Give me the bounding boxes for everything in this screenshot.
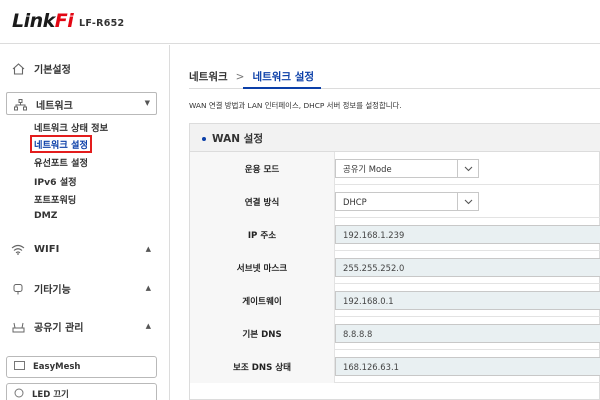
breadcrumb-parent[interactable]: 네트워크 xyxy=(189,69,228,84)
menu-wifi[interactable]: WIFI xyxy=(11,242,59,256)
row-label: 기본 DNS xyxy=(190,317,335,350)
chevron-up-icon: ▲ xyxy=(145,322,151,330)
network-tree-icon xyxy=(13,98,27,112)
wan-title: WAN 설정 xyxy=(212,133,263,145)
model-name: LF-R652 xyxy=(79,18,125,29)
chevron-up-icon: ▲ xyxy=(145,245,151,253)
easymesh-label: EasyMesh xyxy=(33,362,81,372)
chevron-down-icon: ▼ xyxy=(144,99,150,107)
row-gateway: 게이트웨이 192.168.0.1 xyxy=(190,284,600,317)
linkfi-logo[interactable]: LinkFi xyxy=(12,10,74,32)
sidebar-item-wired-port[interactable]: 유선포트 설정 xyxy=(34,155,88,169)
menu-router-admin[interactable]: 공유기 관리 xyxy=(11,319,83,334)
row-secondary-dns: 보조 DNS 상태 168.126.63.1 xyxy=(190,350,600,383)
select-value: DHCP xyxy=(343,196,367,207)
sidebar-item-dmz[interactable]: DMZ xyxy=(34,210,57,221)
breadcrumb-separator: > xyxy=(235,70,245,83)
gateway-field[interactable]: 192.168.0.1 xyxy=(335,291,600,310)
row-label: 서브넷 마스크 xyxy=(190,251,335,284)
mesh-icon xyxy=(14,361,25,373)
operation-mode-select[interactable]: 공유기 Mode xyxy=(335,159,479,178)
led-off-label: LED 끄기 xyxy=(32,390,69,400)
row-label: IP 주소 xyxy=(190,218,335,251)
chevron-down-icon xyxy=(457,160,478,177)
bulb-icon xyxy=(14,388,24,400)
logo-text: Link xyxy=(12,10,55,32)
led-off-button[interactable]: LED 끄기 xyxy=(6,383,157,400)
easymesh-button[interactable]: EasyMesh xyxy=(6,356,157,378)
sidebar-item-port-forwarding[interactable]: 포트포워딩 xyxy=(34,192,76,206)
logo-accent: Fi xyxy=(54,10,74,32)
row-label: 게이트웨이 xyxy=(190,284,335,317)
sidebar-item-ipv6[interactable]: IPv6 설정 xyxy=(34,174,77,188)
ip-address-field[interactable]: 192.168.1.239 xyxy=(335,225,600,244)
main-content: 네트워크 > 네트워크 설정 WAN 연결 방법과 LAN 인터페이스, DHC… xyxy=(171,45,600,400)
menu-extra-functions[interactable]: 기타기능 xyxy=(11,281,71,296)
subnet-mask-field[interactable]: 255.255.252.0 xyxy=(335,258,600,277)
row-connection-type: 연결 방식 DHCP xyxy=(190,185,600,218)
row-label: 연결 방식 xyxy=(190,185,335,218)
power-plug-icon xyxy=(11,282,25,296)
breadcrumb-current: 네트워크 설정 xyxy=(252,71,315,83)
menu-admin-label: 공유기 관리 xyxy=(34,323,84,334)
wifi-icon xyxy=(11,242,25,256)
page-description: WAN 연결 방법과 LAN 인터페이스, DHCP 서버 정보를 설정합니다. xyxy=(189,101,402,110)
top-bar: LinkFi LF-R652 xyxy=(0,0,600,44)
sidebar-item-network-settings[interactable]: 네트워크 설정 xyxy=(30,135,92,153)
row-ip-address: IP 주소 192.168.1.239 xyxy=(190,218,600,251)
sidebar-item-network-status[interactable]: 네트워크 상태 정보 xyxy=(34,120,108,134)
menu-extra-label: 기타기능 xyxy=(34,285,71,296)
connection-type-select[interactable]: DHCP xyxy=(335,192,479,211)
menu-network-label: 네트워크 xyxy=(36,101,73,112)
panel-title: WAN 설정 xyxy=(202,131,263,146)
menu-basic-settings[interactable]: 기본설정 xyxy=(11,61,71,76)
home-gear-icon xyxy=(11,62,25,76)
select-value: 공유기 Mode xyxy=(343,163,392,174)
row-label: 보조 DNS 상태 xyxy=(190,350,335,383)
router-icon xyxy=(11,320,25,334)
active-tab-underline xyxy=(243,87,321,89)
sidebar: 기본설정 네트워크 ▼ 네트워크 상태 정보 네트워크 설정 유선포트 설정 I… xyxy=(0,45,170,400)
chevron-up-icon: ▲ xyxy=(145,284,151,292)
bullet-icon xyxy=(202,136,206,141)
chevron-down-icon xyxy=(457,193,478,210)
row-operation-mode: 운용 모드 공유기 Mode xyxy=(190,152,600,185)
row-primary-dns: 기본 DNS 8.8.8.8 xyxy=(190,317,600,350)
secondary-dns-field[interactable]: 168.126.63.1 xyxy=(335,357,600,376)
row-label: 운용 모드 xyxy=(190,152,335,185)
primary-dns-field[interactable]: 8.8.8.8 xyxy=(335,324,600,343)
menu-network[interactable]: 네트워크 ▼ xyxy=(6,92,157,115)
breadcrumb: 네트워크 > 네트워크 설정 xyxy=(189,69,314,84)
wan-settings-panel: WAN 설정 운용 모드 공유기 Mode 연결 방식 DHCP IP 주소 1… xyxy=(189,123,600,400)
menu-wifi-label: WIFI xyxy=(34,243,60,255)
panel-header: WAN 설정 xyxy=(190,124,600,152)
row-subnet-mask: 서브넷 마스크 255.255.252.0 xyxy=(190,251,600,284)
menu-basic-label: 기본설정 xyxy=(34,65,71,76)
